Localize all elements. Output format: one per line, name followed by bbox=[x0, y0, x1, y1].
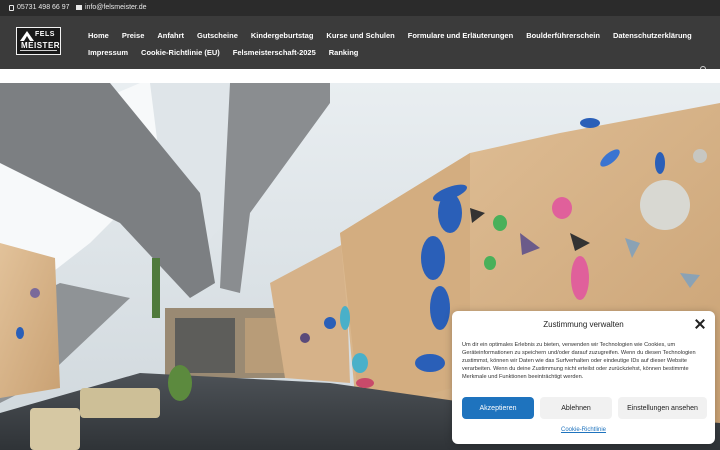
close-icon[interactable] bbox=[695, 319, 705, 329]
nav-home[interactable]: Home bbox=[88, 31, 109, 40]
mountain-icon bbox=[20, 31, 34, 41]
nav-kindergeburtstag[interactable]: Kindergeburtstag bbox=[251, 31, 314, 40]
consent-text: Um dir ein optimales Erlebnis zu bieten,… bbox=[462, 342, 696, 380]
phone-number[interactable]: 05731 498 66 97 bbox=[17, 4, 70, 11]
email-address[interactable]: info@felsmeister.de bbox=[85, 4, 147, 11]
site-logo[interactable]: FELS MEISTER bbox=[16, 27, 61, 55]
header-spacer bbox=[0, 69, 720, 83]
nav-cookie-richtlinie[interactable]: Cookie-Richtlinie (EU) bbox=[141, 48, 220, 57]
nav-ranking[interactable]: Ranking bbox=[329, 48, 359, 57]
top-bar: 05731 498 66 97 info@felsmeister.de bbox=[0, 0, 720, 16]
logo-underline bbox=[20, 50, 57, 51]
nav-impressum[interactable]: Impressum bbox=[88, 48, 128, 57]
nav-felsmeisterschaft[interactable]: Felsmeisterschaft-2025 bbox=[233, 48, 316, 57]
cookie-policy-link[interactable]: Cookie-Richtlinie bbox=[452, 427, 715, 433]
consent-buttons: Akzeptieren Ablehnen Einstellungen anseh… bbox=[462, 397, 707, 419]
nav-gutscheine[interactable]: Gutscheine bbox=[197, 31, 238, 40]
nav-preise[interactable]: Preise bbox=[122, 31, 145, 40]
mail-icon bbox=[76, 5, 82, 10]
accept-button[interactable]: Akzeptieren bbox=[462, 397, 534, 419]
nav-anfahrt[interactable]: Anfahrt bbox=[157, 31, 184, 40]
logo-text-fels: FELS bbox=[35, 31, 55, 38]
nav-kurse-und-schulen[interactable]: Kurse und Schulen bbox=[326, 31, 394, 40]
phone-icon bbox=[9, 4, 14, 11]
nav-datenschutz[interactable]: Datenschutzerklärung bbox=[613, 31, 692, 40]
site-header: FELS MEISTER Home Preise Anfahrt Gutsche… bbox=[0, 16, 720, 72]
nav-formulare[interactable]: Formulare und Erläuterungen bbox=[408, 31, 513, 40]
consent-title: Zustimmung verwalten bbox=[543, 320, 624, 329]
view-settings-button[interactable]: Einstellungen ansehen bbox=[618, 397, 707, 419]
nav-boulderfuehrerschein[interactable]: Boulderführerschein bbox=[526, 31, 600, 40]
deny-button[interactable]: Ablehnen bbox=[540, 397, 612, 419]
cookie-consent-dialog: Zustimmung verwalten Um dir ein optimale… bbox=[452, 311, 715, 444]
phone-contact[interactable]: 05731 498 66 97 bbox=[9, 4, 70, 11]
email-contact[interactable]: info@felsmeister.de bbox=[76, 4, 147, 11]
nav-row-2: Impressum Cookie-Richtlinie (EU) Felsmei… bbox=[88, 48, 371, 57]
nav-row-1: Home Preise Anfahrt Gutscheine Kindergeb… bbox=[88, 31, 705, 40]
logo-text-meister: MEISTER bbox=[21, 41, 61, 50]
